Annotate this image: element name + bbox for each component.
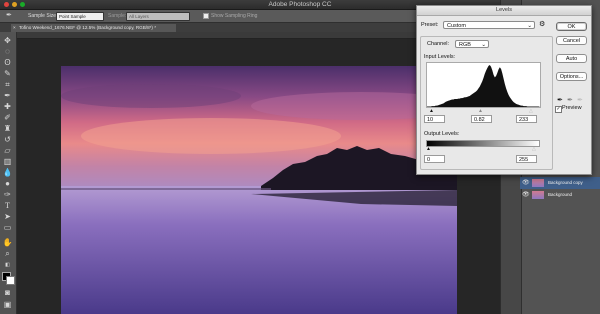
channel-value: RGB: [459, 42, 471, 48]
output-white-point-handle[interactable]: △: [532, 146, 536, 152]
screen-mode-icon[interactable]: ▣: [2, 300, 13, 310]
input-levels-label: Input Levels:: [424, 54, 456, 60]
layer-thumbnail: [532, 191, 544, 199]
document-tab-title: Tofino Weekend_1676.NEF @ 12.5% (Backgro…: [19, 25, 157, 30]
lasso-tool-icon[interactable]: ʘ: [2, 58, 13, 68]
sample-size-label: Sample Size:: [28, 13, 58, 19]
layer-row[interactable]: 👁 Background: [520, 189, 600, 201]
show-sampling-ring-label: Show Sampling Ring: [211, 13, 258, 19]
preset-label: Preset:: [421, 22, 439, 28]
healing-brush-tool-icon[interactable]: ✚: [2, 102, 13, 112]
preview-checkbox[interactable]: ✓: [555, 106, 562, 113]
quick-mask-icon[interactable]: ◙: [2, 288, 13, 298]
levels-dialog: Levels Preset: Custom ⌄ ⚙ Channel: RGB ⌄…: [416, 5, 592, 175]
histogram: [427, 65, 540, 107]
tools-panel: ✥ ◌ ʘ ✎ ⌗ ✒ ✚ ✐ ♜ ↺ ▱ ▥ 💧 ● ✑ T ➤ ▭ ✋ ⌕ …: [0, 32, 17, 314]
eyedropper-tool-icon[interactable]: ✒: [6, 10, 12, 22]
move-tool-icon[interactable]: ✥: [2, 36, 13, 46]
input-black-point-handle[interactable]: ▲: [429, 108, 434, 114]
output-levels-label: Output Levels:: [424, 131, 460, 137]
layer-thumbnail: [532, 179, 544, 187]
blur-tool-icon[interactable]: 💧: [2, 168, 13, 178]
preset-select[interactable]: Custom ⌄: [443, 21, 535, 29]
black-eyedropper-icon[interactable]: ✒: [557, 96, 563, 104]
input-white-field[interactable]: 233: [516, 115, 537, 123]
document-tab[interactable]: × Tofino Weekend_1676.NEF @ 12.5% (Backg…: [11, 24, 176, 32]
histogram-box: [426, 62, 541, 108]
levels-dialog-title: Levels: [417, 6, 591, 16]
preview-label: Preview: [562, 105, 582, 111]
close-tab-icon[interactable]: ×: [13, 24, 16, 32]
input-gamma-handle[interactable]: ▲: [478, 108, 483, 114]
gear-icon[interactable]: ⚙: [539, 20, 545, 28]
channel-select[interactable]: RGB ⌄: [455, 40, 489, 48]
sample-select[interactable]: All Layers: [126, 12, 190, 21]
layer-row[interactable]: 👁 Background copy: [520, 177, 600, 189]
quick-select-tool-icon[interactable]: ✎: [2, 69, 13, 79]
input-white-point-handle[interactable]: △: [529, 108, 533, 114]
white-eyedropper-icon[interactable]: ✒: [577, 96, 583, 104]
output-levels-slider[interactable]: ▲ △: [426, 146, 539, 152]
crop-tool-icon[interactable]: ⌗: [2, 80, 13, 90]
background-color-swatch[interactable]: [6, 276, 15, 285]
input-gamma-field[interactable]: 0.82: [471, 115, 492, 123]
shape-tool-icon[interactable]: ▭: [2, 223, 13, 233]
path-selection-tool-icon[interactable]: ➤: [2, 212, 13, 222]
cancel-button[interactable]: Cancel: [556, 36, 587, 45]
ok-button[interactable]: OK: [556, 22, 587, 31]
history-brush-tool-icon[interactable]: ↺: [2, 135, 13, 145]
auto-button[interactable]: Auto: [556, 54, 587, 63]
document-image[interactable]: [61, 66, 457, 314]
type-tool-icon[interactable]: T: [2, 201, 13, 211]
output-white-field[interactable]: 255: [516, 155, 537, 163]
eraser-tool-icon[interactable]: ▱: [2, 146, 13, 156]
eyedropper-tool-icon[interactable]: ✒: [2, 91, 13, 101]
output-black-field[interactable]: 0: [424, 155, 445, 163]
zoom-tool-icon[interactable]: ⌕: [2, 249, 13, 259]
gray-eyedropper-icon[interactable]: ✒: [567, 96, 573, 104]
options-button[interactable]: Options...: [556, 72, 587, 81]
sample-label: Sample:: [108, 13, 127, 19]
layer-name: Background copy: [548, 180, 583, 185]
default-colors-icon[interactable]: ◧: [2, 260, 13, 270]
sample-size-select[interactable]: Point Sample: [56, 12, 104, 21]
histogram-shape: [427, 65, 540, 107]
gradient-tool-icon[interactable]: ▥: [2, 157, 13, 167]
brush-tool-icon[interactable]: ✐: [2, 113, 13, 123]
input-black-field[interactable]: 10: [424, 115, 445, 123]
channel-label: Channel:: [427, 41, 450, 47]
chevron-down-icon: ⌄: [527, 23, 532, 29]
output-black-point-handle[interactable]: ▲: [426, 146, 431, 152]
pen-tool-icon[interactable]: ✑: [2, 190, 13, 200]
layer-name: Background: [548, 192, 573, 197]
dodge-tool-icon[interactable]: ●: [2, 179, 13, 189]
eye-icon[interactable]: 👁: [522, 177, 530, 189]
hand-tool-icon[interactable]: ✋: [2, 238, 13, 248]
input-levels-slider[interactable]: ▲ ▲ △: [426, 107, 539, 114]
marquee-tool-icon[interactable]: ◌: [2, 47, 13, 57]
preset-value: Custom: [447, 23, 466, 29]
eye-icon[interactable]: 👁: [522, 189, 530, 201]
show-sampling-ring-checkbox[interactable]: [203, 13, 209, 19]
clone-stamp-tool-icon[interactable]: ♜: [2, 124, 13, 134]
chevron-down-icon: ⌄: [481, 42, 486, 48]
